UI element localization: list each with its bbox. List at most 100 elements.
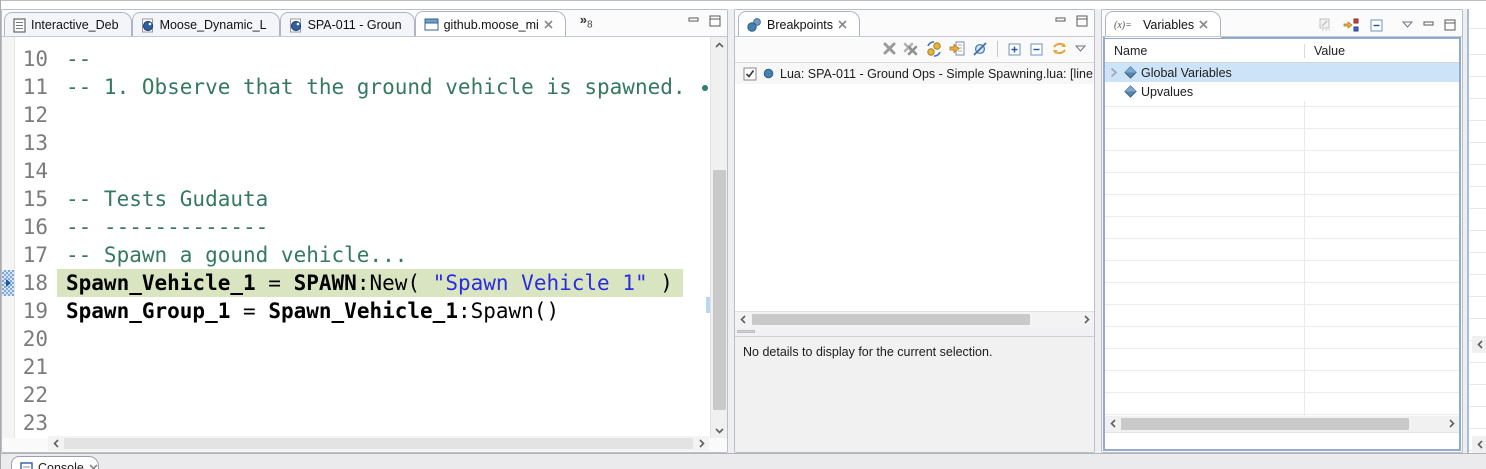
- minimize-icon[interactable]: [688, 16, 699, 26]
- tab-overflow-chevron[interactable]: »8: [580, 12, 593, 31]
- show-type-names-icon[interactable]: [1318, 17, 1333, 32]
- editor-tab-github-moose-mi[interactable]: github.moose_mi: [415, 11, 566, 37]
- code-line-14[interactable]: 14: [14, 157, 707, 185]
- variables-rows: Global Variables Upvalues: [1105, 63, 1459, 416]
- instruction-pointer-marker[interactable]: [2, 270, 14, 296]
- code-line-16[interactable]: 16-- -------------: [14, 213, 707, 241]
- show-supported-breakpoints-icon[interactable]: [926, 41, 942, 57]
- scroll-left-icon[interactable]: [735, 312, 750, 327]
- breakpoints-icon: [747, 17, 762, 32]
- line-number: 16: [14, 213, 57, 241]
- editor-tab-interactive-deb[interactable]: Interactive_Deb: [4, 12, 132, 37]
- editor-panel: Interactive_DebMoose_Dynamic_LSPA-011 - …: [1, 9, 728, 453]
- code-line-20[interactable]: 20: [14, 325, 707, 353]
- breakpoint-details-pane: No details to display for the current se…: [735, 336, 1094, 452]
- view-menu-icon[interactable]: [1402, 21, 1413, 28]
- breakpoint-item[interactable]: Lua: SPA-011 - Ground Ops - Simple Spawn…: [735, 63, 1094, 84]
- maximize-icon[interactable]: [1076, 15, 1088, 27]
- breakpoint-enabled-checkbox[interactable]: [743, 67, 757, 81]
- column-header-name[interactable]: Name: [1105, 44, 1305, 58]
- horizontal-scroll-thumb[interactable]: [64, 438, 693, 449]
- scroll-up-icon[interactable]: [711, 37, 727, 52]
- scroll-right-icon[interactable]: [1079, 312, 1094, 327]
- variable-row-global-variables[interactable]: Global Variables: [1105, 63, 1459, 82]
- console-view-edge: Console: [1, 453, 1486, 469]
- close-icon[interactable]: [89, 464, 98, 469]
- column-header-value[interactable]: Value: [1305, 44, 1459, 58]
- scroll-left-icon[interactable]: [1472, 436, 1486, 453]
- minimize-icon[interactable]: [1055, 16, 1066, 26]
- code-line-11[interactable]: 11-- 1. Observe that the ground vehicle …: [14, 73, 707, 101]
- breakpoints-horizontal-scrollbar[interactable]: [735, 311, 1094, 327]
- tab-breakpoints[interactable]: Breakpoints: [738, 11, 860, 37]
- line-text: --: [57, 45, 91, 73]
- code-line-10[interactable]: 10--: [14, 45, 707, 73]
- horizontal-scroll-thumb[interactable]: [752, 314, 1030, 325]
- breakpoint-label: Lua: SPA-011 - Ground Ops - Simple Spawn…: [780, 67, 1094, 81]
- line-text: -- Tests Gudauta: [57, 185, 268, 213]
- scroll-left-icon[interactable]: [1105, 416, 1120, 431]
- editor-tab-bar: Interactive_DebMoose_Dynamic_LSPA-011 - …: [2, 10, 727, 37]
- maximize-icon[interactable]: [709, 15, 721, 27]
- editor-vertical-scrollbar[interactable]: [710, 37, 727, 438]
- details-pane-sash[interactable]: [735, 327, 1094, 336]
- skip-all-breakpoints-icon[interactable]: [972, 41, 988, 57]
- code-line-13[interactable]: 13: [14, 129, 707, 157]
- code-line-23[interactable]: 23: [14, 409, 707, 437]
- editor-horizontal-scrollbar[interactable]: [48, 436, 709, 451]
- collapse-all-icon[interactable]: [1029, 41, 1044, 56]
- variable-row-upvalues[interactable]: Upvalues: [1105, 82, 1459, 101]
- breakpoints-title: Breakpoints: [767, 18, 833, 32]
- vertical-scroll-thumb[interactable]: [713, 170, 726, 410]
- column-divider[interactable]: [1304, 63, 1305, 416]
- link-with-debug-view-icon[interactable]: [1051, 41, 1068, 56]
- code-line-18[interactable]: 18Spawn_Vehicle_1 = SPAWN:New( "Spawn Ve…: [14, 269, 707, 297]
- variable-name: Global Variables: [1141, 66, 1232, 80]
- console-icon: [20, 462, 33, 469]
- no-details-message: No details to display for the current se…: [743, 345, 992, 359]
- variables-table-header: Name Value: [1105, 39, 1459, 63]
- tab-variables[interactable]: (x)= Variables: [1105, 11, 1221, 37]
- remove-all-breakpoints-icon[interactable]: [903, 42, 919, 56]
- code-line-21[interactable]: 21: [14, 353, 707, 381]
- line-number: 15: [14, 185, 57, 213]
- remove-breakpoint-icon[interactable]: [883, 42, 896, 55]
- go-to-file-icon[interactable]: [949, 41, 965, 56]
- code-line-12[interactable]: 12: [14, 101, 707, 129]
- annotation-dot: [702, 85, 708, 91]
- scroll-down-icon[interactable]: [711, 423, 727, 438]
- code-editor[interactable]: 10--11-- 1. Observe that the ground vehi…: [2, 37, 727, 438]
- editor-tab-spa-011-groun[interactable]: SPA-011 - Groun: [280, 12, 415, 37]
- code-line-15[interactable]: 15-- Tests Gudauta: [14, 185, 707, 213]
- show-logical-structure-icon[interactable]: [1343, 18, 1359, 32]
- line-text: Spawn_Vehicle_1 = SPAWN:New( "Spawn Vehi…: [57, 269, 683, 297]
- scroll-right-icon[interactable]: [1444, 416, 1459, 431]
- expand-all-icon[interactable]: [1007, 41, 1022, 56]
- expand-chevron-icon[interactable]: [1110, 67, 1118, 78]
- minimize-icon[interactable]: [1423, 20, 1434, 30]
- editor-window-icon: [424, 18, 439, 31]
- tab-console[interactable]: Console: [11, 456, 99, 469]
- scroll-left-icon[interactable]: [1472, 336, 1486, 353]
- tab-underline: [735, 36, 1094, 37]
- variables-horizontal-scrollbar[interactable]: [1105, 416, 1459, 432]
- code-line-17[interactable]: 17-- Spawn a gound vehicle...: [14, 241, 707, 269]
- line-number: 13: [14, 129, 57, 157]
- breakpoint-dot-icon: [763, 68, 774, 79]
- code-line-19[interactable]: 19Spawn_Group_1 = Spawn_Vehicle_1:Spawn(…: [14, 297, 707, 325]
- breakpoints-toolbar: [735, 37, 1094, 62]
- editor-tab-moose-dynamic-l[interactable]: Moose_Dynamic_L: [132, 12, 280, 37]
- view-menu-icon[interactable]: [1075, 45, 1086, 52]
- horizontal-scroll-thumb[interactable]: [1121, 418, 1409, 430]
- line-text: [57, 381, 66, 409]
- code-line-22[interactable]: 22: [14, 381, 707, 409]
- scroll-left-icon[interactable]: [48, 436, 63, 451]
- close-icon[interactable]: [544, 20, 553, 29]
- collapse-all-icon[interactable]: [1369, 17, 1384, 32]
- close-icon[interactable]: [838, 20, 847, 29]
- maximize-icon[interactable]: [1444, 19, 1456, 31]
- breakpoints-tab-bar: Breakpoints: [735, 10, 1094, 37]
- line-text: [57, 409, 66, 437]
- scroll-right-icon[interactable]: [694, 436, 709, 451]
- close-icon[interactable]: [1199, 20, 1208, 29]
